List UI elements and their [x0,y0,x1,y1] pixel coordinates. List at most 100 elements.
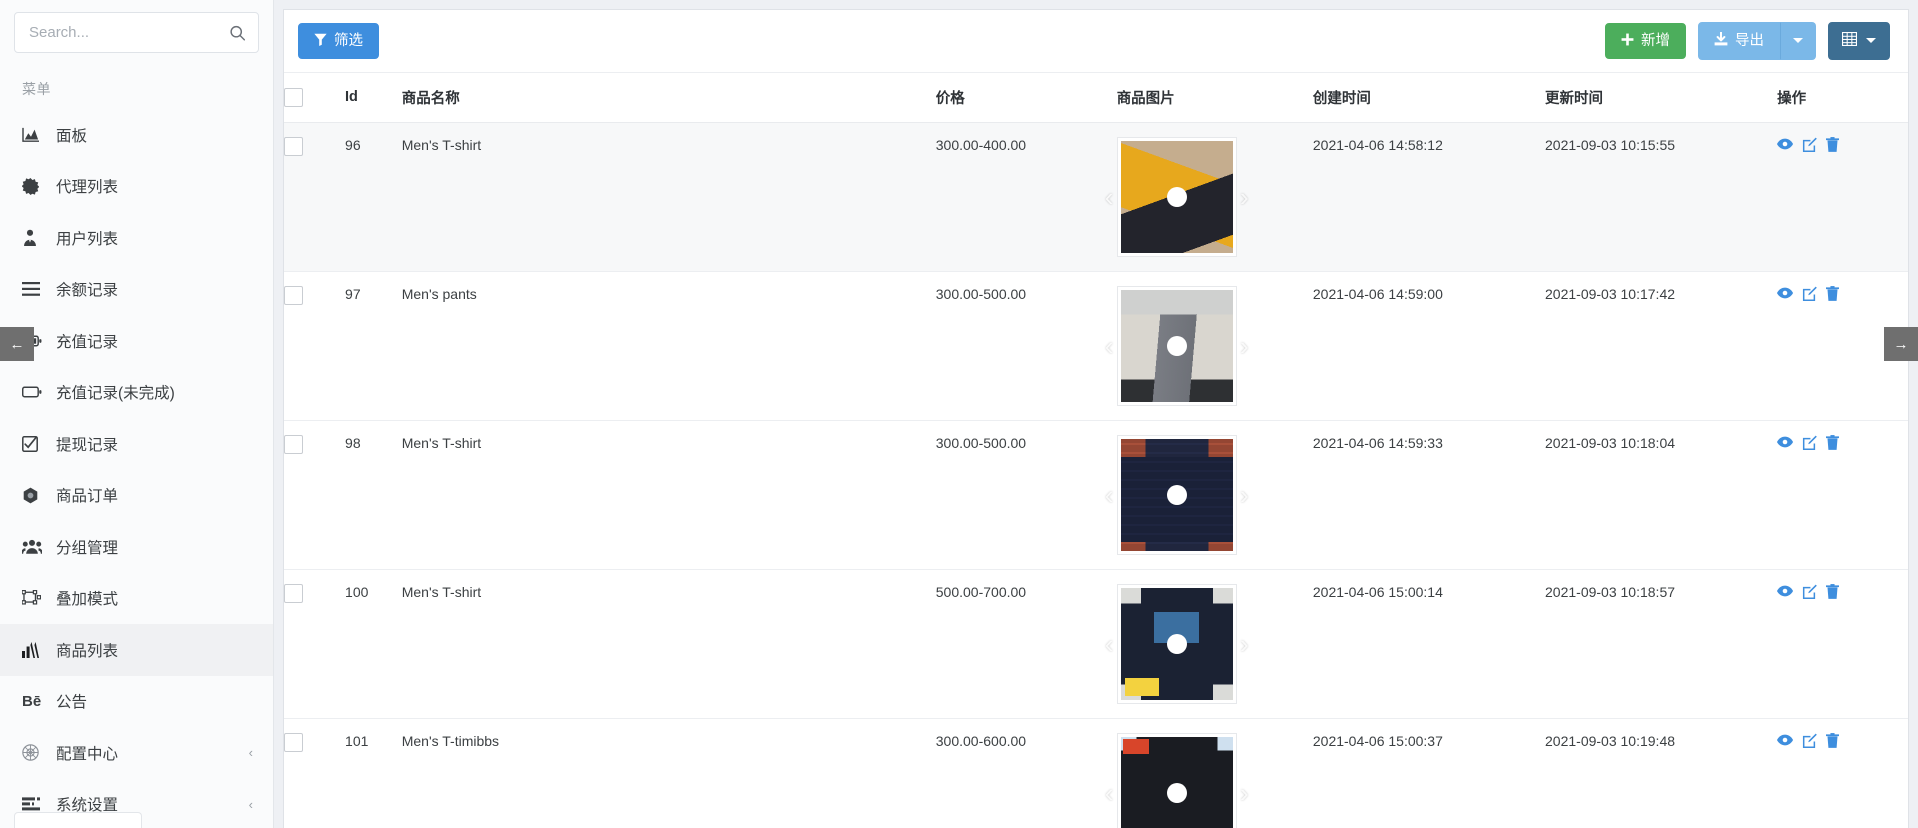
sidebar-item-label: 余额记录 [56,282,119,300]
export-button-group: 导出 [1698,22,1816,60]
trash-icon[interactable] [1826,136,1840,152]
filter-button[interactable]: 筛选 [298,22,379,59]
sidebar-search-area [0,0,273,53]
carousel-indicator [1166,484,1187,505]
cell-name: Men's T-shirt [401,420,936,570]
trash-icon[interactable] [1826,285,1840,301]
sidebar-item-withdraw-records[interactable]: 提现记录 [0,418,273,470]
row-checkbox[interactable] [284,434,303,454]
carousel-prev-icon[interactable]: ‹ [1105,631,1114,657]
row-actions [1777,285,1898,301]
eye-icon[interactable] [1777,734,1794,746]
eye-icon[interactable] [1777,585,1794,597]
cell-price: 300.00-600.00 [935,718,1117,828]
row-actions [1777,136,1898,152]
edit-icon[interactable] [1802,584,1817,599]
add-button[interactable]: 新增 [1605,22,1686,59]
cell-id: 101 [345,718,402,828]
carousel-prev-icon[interactable]: ‹ [1105,780,1114,806]
sidebar-item-group-management[interactable]: 分组管理 [0,521,273,573]
check-square-icon [22,435,48,452]
edit-icon[interactable] [1802,286,1817,301]
row-checkbox[interactable] [284,583,303,603]
eye-icon[interactable] [1777,287,1794,299]
cell-id: 100 [345,569,402,719]
row-checkbox[interactable] [284,285,303,305]
table-row[interactable]: 101 Men's T-timibbs 300.00-600.00 ‹ › 20… [284,718,1908,828]
image-carousel[interactable]: ‹ › [1105,434,1249,555]
cell-name: Men's pants [401,271,936,421]
cell-operations [1777,569,1908,719]
next-page-button[interactable]: → [1884,327,1918,361]
search-input[interactable] [15,13,258,52]
column-settings-button[interactable] [1828,22,1890,60]
trash-icon[interactable] [1826,732,1840,748]
image-carousel[interactable]: ‹ › [1105,285,1249,406]
sidebar-collapse-button[interactable]: ← [0,327,34,361]
cell-updated: 2021-09-03 10:19:48 [1545,718,1778,828]
header-created[interactable]: 创建时间 [1312,72,1546,123]
sidebar-item-user-list[interactable]: 用户列表 [0,212,273,264]
sidebar-item-product-orders[interactable]: 商品订单 [0,470,273,522]
image-carousel[interactable]: ‹ › [1105,136,1249,257]
carousel-next-icon[interactable]: › [1240,631,1249,657]
header-price[interactable]: 价格 [935,72,1117,123]
edit-icon[interactable] [1802,435,1817,450]
carousel-prev-icon[interactable]: ‹ [1105,184,1114,210]
sidebar-item-dashboard[interactable]: 面板 [0,109,273,161]
table-header-row: Id 商品名称 价格 商品图片 创建时间 更新时间 操作 [284,72,1908,123]
table-row[interactable]: 97 Men's pants 300.00-500.00 ‹ › 2021-04… [284,271,1908,421]
export-dropdown-button[interactable] [1780,22,1816,60]
trash-icon[interactable] [1826,583,1840,599]
photo-tag [1124,677,1159,696]
carousel-prev-icon[interactable]: ‹ [1105,482,1114,508]
chart-area-icon [22,127,48,143]
carousel-next-icon[interactable]: › [1240,780,1249,806]
header-id[interactable]: Id [345,72,402,123]
cell-operations [1777,420,1908,570]
cell-image: ‹ › [1105,271,1313,421]
chevron-down-icon [1793,38,1803,44]
row-checkbox[interactable] [284,732,303,752]
sidebar-item-config-center[interactable]: 配置中心 ‹ [0,727,273,779]
row-checkbox[interactable] [284,136,303,156]
row-select-cell [284,122,346,272]
chevron-left-icon: ‹ [248,796,253,812]
edit-icon[interactable] [1802,137,1817,152]
eye-icon[interactable] [1777,138,1794,150]
trash-icon[interactable] [1826,434,1840,450]
sidebar-item-announcement[interactable]: Bē 公告 [0,676,273,728]
export-button[interactable]: 导出 [1698,22,1780,60]
sidebar-item-balance-records[interactable]: 余额记录 [0,264,273,316]
sidebar-menu: 面板 代理列表 用户列表 余额记录 充值记录 充值记录(未完成) 提现记录 商品… [0,109,273,828]
carousel-next-icon[interactable]: › [1240,333,1249,359]
table-row[interactable]: 100 Men's T-shirt 500.00-700.00 ‹ › 2021… [284,569,1908,719]
sidebar-item-product-list[interactable]: 商品列表 [0,624,273,676]
eye-icon[interactable] [1777,436,1794,448]
download-icon [1714,31,1728,50]
image-carousel[interactable]: ‹ › [1105,583,1249,704]
carousel-next-icon[interactable]: › [1240,184,1249,210]
edit-icon[interactable] [1802,733,1817,748]
carousel-next-icon[interactable]: › [1240,482,1249,508]
table-row[interactable]: 98 Men's T-shirt 300.00-500.00 ‹ › 2021-… [284,420,1908,570]
table-scroll-area[interactable]: Id 商品名称 价格 商品图片 创建时间 更新时间 操作 96 Men's T-… [284,72,1908,828]
sidebar-item-recharge-records[interactable]: 充值记录 [0,315,273,367]
dharmachakra-icon [22,744,48,761]
sidebar-item-label: 提现记录 [56,436,119,454]
cell-price: 300.00-500.00 [935,420,1117,570]
certificate-icon [22,177,48,195]
carousel-prev-icon[interactable]: ‹ [1105,333,1114,359]
cell-id: 96 [345,122,402,272]
sidebar-item-agent-list[interactable]: 代理列表 [0,161,273,213]
table-row[interactable]: 96 Men's T-shirt 300.00-400.00 ‹ › 2021-… [284,122,1908,272]
sidebar-item-recharge-incomplete[interactable]: 充值记录(未完成) [0,367,273,419]
image-carousel[interactable]: ‹ › [1105,732,1249,828]
header-name[interactable]: 商品名称 [401,72,936,123]
sidebar-item-overlay-mode[interactable]: 叠加模式 [0,573,273,625]
search-box[interactable] [14,12,259,53]
header-image[interactable]: 商品图片 [1116,72,1313,123]
select-all-checkbox[interactable] [284,87,303,107]
cell-created: 2021-04-06 14:59:33 [1312,420,1546,570]
header-updated[interactable]: 更新时间 [1545,72,1778,123]
